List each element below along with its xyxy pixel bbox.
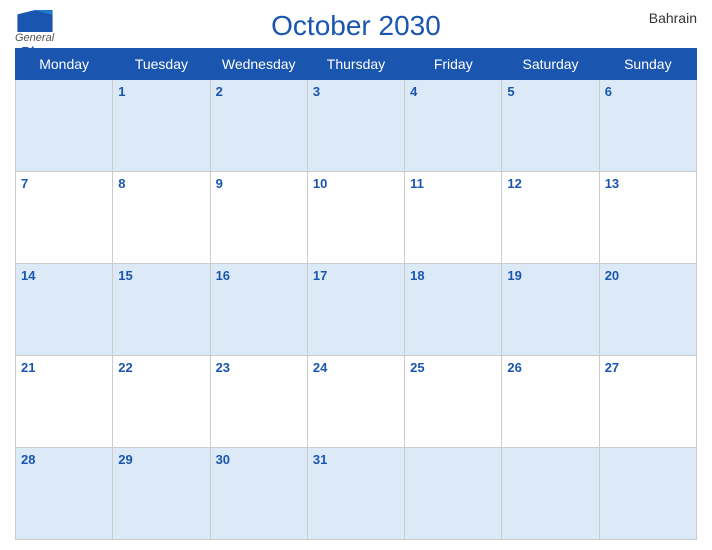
calendar-cell: 31 [307, 448, 404, 540]
calendar-cell: 21 [16, 356, 113, 448]
calendar-cell: 13 [599, 172, 696, 264]
calendar-cell: 14 [16, 264, 113, 356]
calendar-cell: 24 [307, 356, 404, 448]
calendar-cell: 18 [405, 264, 502, 356]
calendar-cell: 22 [113, 356, 210, 448]
logo-blue-text: Blue [20, 44, 48, 59]
day-number: 11 [410, 176, 424, 191]
day-number: 5 [507, 84, 514, 99]
day-number: 25 [410, 360, 424, 375]
calendar-cell: 20 [599, 264, 696, 356]
calendar-cell: 23 [210, 356, 307, 448]
calendar-cell: 11 [405, 172, 502, 264]
calendar-cell: 30 [210, 448, 307, 540]
weekday-tuesday: Tuesday [113, 49, 210, 80]
calendar-cell: 15 [113, 264, 210, 356]
day-number: 31 [313, 452, 327, 467]
day-number: 2 [216, 84, 223, 99]
calendar-cell [502, 448, 599, 540]
calendar-cell: 8 [113, 172, 210, 264]
day-number: 8 [118, 176, 125, 191]
day-number: 21 [21, 360, 35, 375]
day-number: 29 [118, 452, 132, 467]
day-number: 18 [410, 268, 424, 283]
calendar-table: MondayTuesdayWednesdayThursdayFridaySatu… [15, 48, 697, 540]
weekday-sunday: Sunday [599, 49, 696, 80]
day-number: 7 [21, 176, 28, 191]
day-number: 15 [118, 268, 132, 283]
logo-icon [17, 10, 53, 32]
calendar-cell: 9 [210, 172, 307, 264]
calendar-cell [405, 448, 502, 540]
weekday-thursday: Thursday [307, 49, 404, 80]
weekday-header-row: MondayTuesdayWednesdayThursdayFridaySatu… [16, 49, 697, 80]
calendar-cell: 25 [405, 356, 502, 448]
calendar-cell: 16 [210, 264, 307, 356]
day-number: 14 [21, 268, 35, 283]
day-number: 16 [216, 268, 230, 283]
weekday-saturday: Saturday [502, 49, 599, 80]
calendar-cell: 19 [502, 264, 599, 356]
day-number: 1 [118, 84, 125, 99]
day-number: 6 [605, 84, 612, 99]
calendar-cell: 7 [16, 172, 113, 264]
day-number: 26 [507, 360, 521, 375]
weekday-wednesday: Wednesday [210, 49, 307, 80]
calendar-cell: 5 [502, 80, 599, 172]
day-number: 22 [118, 360, 132, 375]
calendar-cell: 27 [599, 356, 696, 448]
day-number: 28 [21, 452, 35, 467]
day-number: 19 [507, 268, 521, 283]
day-number: 4 [410, 84, 417, 99]
country-label: Bahrain [649, 10, 697, 26]
calendar-cell: 6 [599, 80, 696, 172]
day-number: 23 [216, 360, 230, 375]
day-number: 27 [605, 360, 619, 375]
logo: General Blue [15, 10, 54, 59]
week-row-2: 7 8 9 10 11 12 13 [16, 172, 697, 264]
week-row-4: 21 22 23 24 25 26 27 [16, 356, 697, 448]
calendar-title: October 2030 [271, 10, 441, 42]
calendar-cell: 29 [113, 448, 210, 540]
calendar-cell: 3 [307, 80, 404, 172]
calendar-cell: 28 [16, 448, 113, 540]
week-row-1: 1 2 3 4 5 6 [16, 80, 697, 172]
day-number: 10 [313, 176, 327, 191]
weekday-friday: Friday [405, 49, 502, 80]
calendar-cell: 4 [405, 80, 502, 172]
calendar-cell: 10 [307, 172, 404, 264]
calendar-cell: 2 [210, 80, 307, 172]
day-number: 12 [507, 176, 521, 191]
calendar-cell: 12 [502, 172, 599, 264]
day-number: 17 [313, 268, 327, 283]
calendar-cell: 26 [502, 356, 599, 448]
logo-general-text: General [15, 32, 54, 44]
calendar-header: General Blue October 2030 Bahrain [15, 10, 697, 42]
day-number: 24 [313, 360, 327, 375]
week-row-3: 14 15 16 17 18 19 20 [16, 264, 697, 356]
day-number: 3 [313, 84, 320, 99]
calendar-cell [16, 80, 113, 172]
day-number: 13 [605, 176, 619, 191]
week-row-5: 28 29 30 31 [16, 448, 697, 540]
calendar-cell [599, 448, 696, 540]
calendar-cell: 1 [113, 80, 210, 172]
day-number: 9 [216, 176, 223, 191]
calendar-cell: 17 [307, 264, 404, 356]
day-number: 20 [605, 268, 619, 283]
day-number: 30 [216, 452, 230, 467]
